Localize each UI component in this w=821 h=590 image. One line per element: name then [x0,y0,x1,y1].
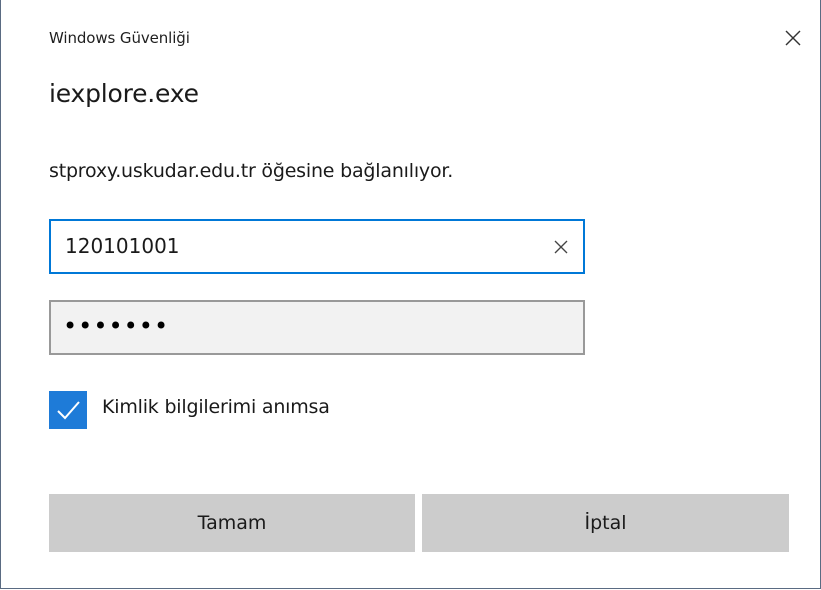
clear-icon [554,240,568,254]
password-field[interactable]: ••••••• [49,300,585,355]
username-field[interactable]: 120101001 [49,219,585,274]
username-value: 120101001 [65,234,180,258]
remember-checkbox[interactable] [49,391,87,429]
clear-username-button[interactable] [543,229,579,265]
remember-label[interactable]: Kimlik bilgilerimi anımsa [102,396,330,418]
close-icon [785,30,801,46]
cancel-button[interactable]: İptal [422,494,789,552]
password-value: ••••••• [63,312,170,340]
ok-button[interactable]: Tamam [49,494,415,552]
checkmark-icon [57,401,80,420]
connection-message: stproxy.uskudar.edu.tr öğesine bağlanılı… [49,160,454,182]
close-button[interactable] [771,18,815,58]
dialog-title: Windows Güvenliği [49,29,190,47]
app-name: iexplore.exe [49,79,199,108]
credential-dialog: Windows Güvenliği iexplore.exe stproxy.u… [0,0,821,589]
